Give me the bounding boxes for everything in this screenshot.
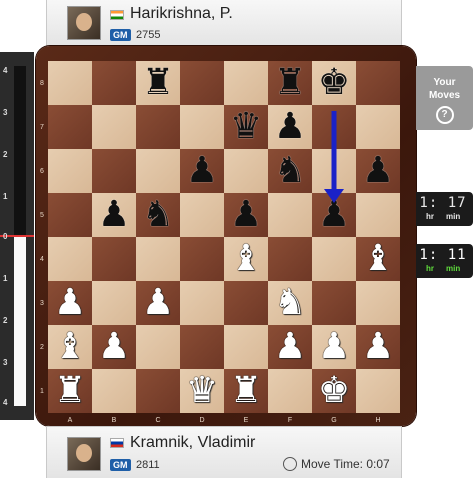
- top-player-clock: 1: 17 hr min: [416, 192, 473, 226]
- top-player-rating: 2755: [136, 29, 161, 41]
- bottom-clock-hr-label: hr: [426, 264, 434, 273]
- india-flag-icon: [110, 10, 124, 20]
- bottom-clock-time: 1: 11: [419, 247, 467, 263]
- move-arrow-head: [324, 189, 344, 203]
- file-label: E: [243, 417, 249, 424]
- eval-label: 2: [3, 316, 8, 325]
- file-label: B: [111, 417, 117, 424]
- top-clock-time: 1: 17: [419, 195, 467, 211]
- top-player-title-badge: GM: [110, 29, 131, 41]
- your-moves-label-line1: Your: [433, 77, 456, 88]
- your-moves-label-line2: Moves: [428, 90, 461, 101]
- top-clock-hr-label: hr: [426, 212, 434, 221]
- rank-label: 4: [40, 256, 44, 263]
- rank-label: 2: [40, 344, 44, 351]
- bottom-player-name[interactable]: Kramnik, Vladimir: [130, 434, 255, 452]
- evaluation-bar: 4 3 2 1 0 1 2 3 4: [0, 52, 34, 420]
- bottom-player-panel: Kramnik, Vladimir GM 2811 Move Time: 0:0…: [46, 426, 402, 478]
- top-player-name[interactable]: Harikrishna, P.: [130, 5, 233, 23]
- eval-bar-black-fill: [14, 66, 26, 236]
- file-label: C: [155, 417, 161, 424]
- your-moves-button[interactable]: Your Moves ?: [416, 66, 473, 130]
- eval-label: 2: [3, 150, 8, 159]
- move-time-label: Move Time: 0:07: [301, 457, 390, 471]
- rank-label: 8: [40, 80, 44, 87]
- bottom-player-title-badge: GM: [110, 459, 131, 471]
- eval-bar-white-fill: [14, 236, 26, 406]
- rank-label: 3: [40, 300, 44, 307]
- eval-label: 0: [3, 232, 8, 241]
- chess-board[interactable]: ♜ ♜ ♚ ♛ ♟ ♟ ♞ ♟ ♟ ♞ ♟ ♟ ♝ ♝ ♟ ♟ ♞ ♝ ♟ ♟ ♟ ♟ ♜ ♛ ♜ ♚: [48, 61, 400, 413]
- eval-label: 4: [3, 66, 8, 75]
- bottom-player-avatar: [67, 437, 101, 471]
- rank-label: 5: [40, 212, 44, 219]
- rank-label: 6: [40, 168, 44, 175]
- eval-label: 1: [3, 192, 8, 201]
- help-icon[interactable]: ?: [435, 106, 454, 124]
- eval-label: 4: [3, 398, 8, 407]
- rank-label: 1: [40, 388, 44, 395]
- bottom-player-clock: 1: 11 hr min: [416, 244, 473, 278]
- eval-label: 1: [3, 274, 8, 283]
- file-label: A: [67, 417, 73, 424]
- file-label: F: [287, 417, 293, 424]
- clock-icon: [283, 457, 297, 471]
- russia-flag-icon: [110, 438, 124, 448]
- eval-label: 3: [3, 108, 8, 117]
- move-arrow: [324, 111, 344, 203]
- bottom-clock-min-label: min: [446, 264, 461, 273]
- file-label: D: [199, 417, 205, 424]
- file-label: G: [331, 417, 337, 424]
- top-clock-min-label: min: [446, 212, 461, 221]
- file-label: H: [375, 417, 381, 424]
- top-player-avatar: [67, 6, 101, 40]
- bottom-player-rating: 2811: [136, 459, 160, 471]
- eval-label: 3: [3, 358, 8, 367]
- top-player-panel: Harikrishna, P. GM 2755: [46, 0, 402, 48]
- rank-label: 7: [40, 124, 44, 131]
